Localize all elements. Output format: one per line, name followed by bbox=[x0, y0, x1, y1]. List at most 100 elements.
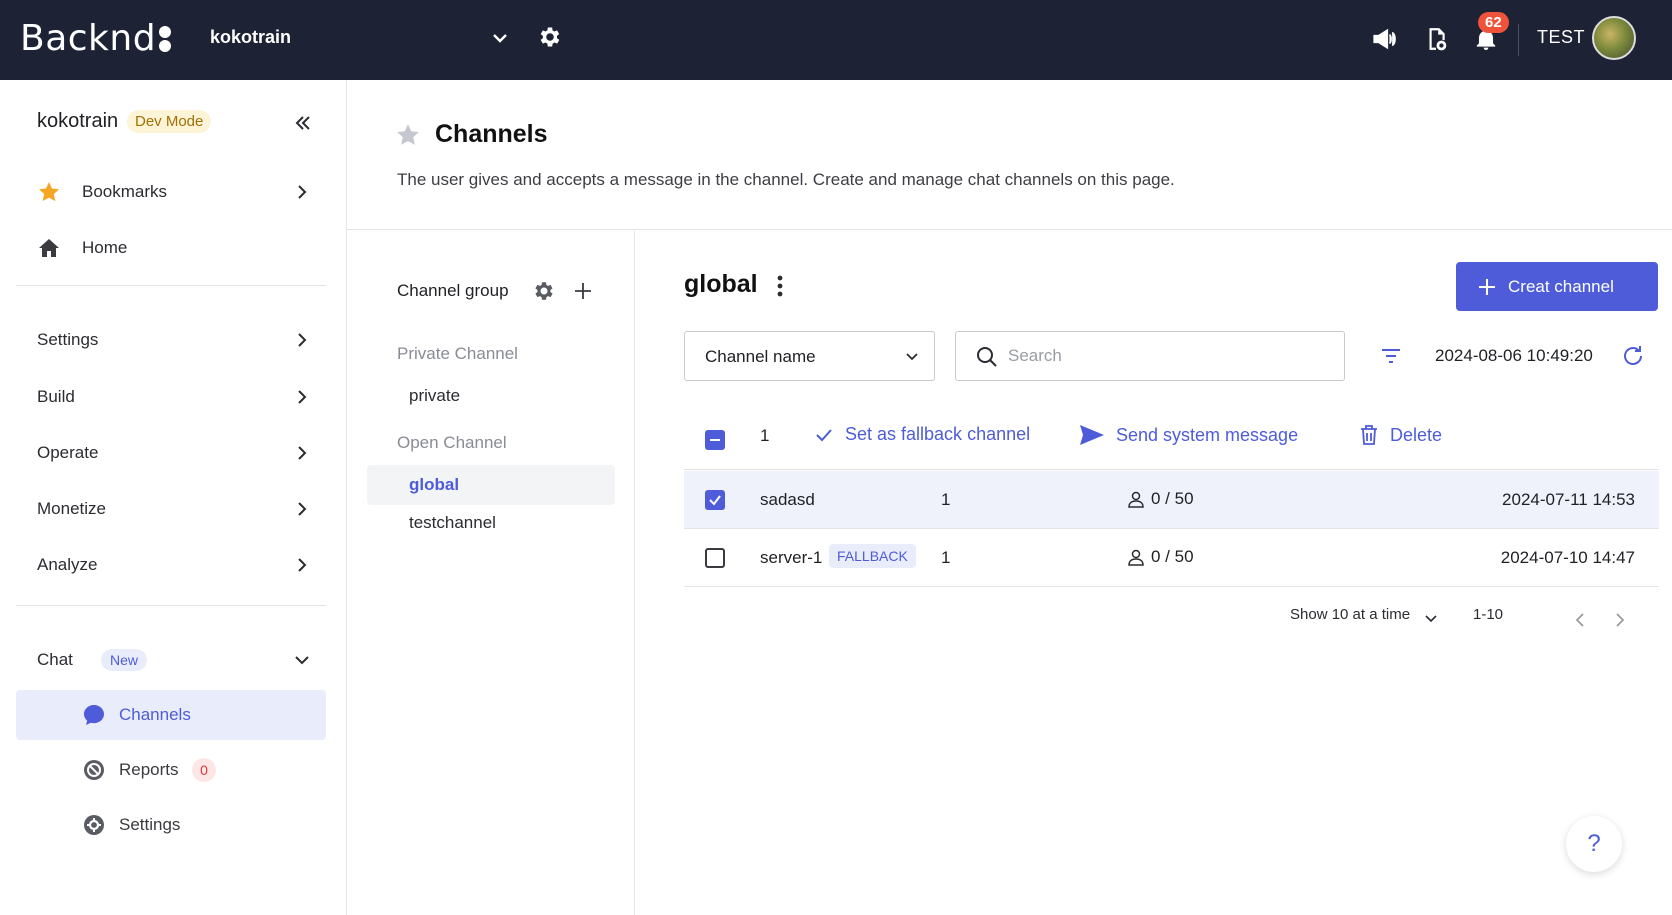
star-icon bbox=[37, 180, 61, 204]
chevron-right-icon[interactable] bbox=[1613, 612, 1627, 628]
sidebar-item-build[interactable]: Build bbox=[16, 373, 326, 421]
sidebar-item-label: Reports bbox=[119, 760, 179, 779]
backnd-logo[interactable]: Backnd bbox=[20, 18, 172, 59]
created-date: 2024-07-10 14:47 bbox=[1500, 548, 1635, 567]
gear-icon[interactable] bbox=[537, 24, 563, 50]
new-badge: New bbox=[101, 649, 148, 671]
channel-item-label: private bbox=[409, 386, 461, 405]
sidebar-item-label: Bookmarks bbox=[82, 182, 168, 201]
collapse-sidebar-icon[interactable] bbox=[293, 113, 313, 133]
plus-icon bbox=[1479, 278, 1495, 295]
set-fallback-label: Set as fallback channel bbox=[845, 424, 1031, 444]
send-system-message-button[interactable]: Send system message bbox=[1079, 424, 1298, 446]
sidebar-item-home[interactable]: Home bbox=[16, 224, 326, 272]
page-size-select[interactable]: Show 10 at a time bbox=[1290, 606, 1410, 623]
refresh-icon[interactable] bbox=[1621, 344, 1645, 368]
check-icon bbox=[816, 428, 832, 441]
logo-mark bbox=[159, 25, 172, 52]
channel-item-testchannel[interactable]: testchannel bbox=[367, 503, 615, 543]
delete-button[interactable]: Delete bbox=[1359, 424, 1442, 446]
channel-name[interactable]: sadasd bbox=[760, 490, 815, 510]
channel-group-heading: global bbox=[684, 270, 758, 298]
chevron-right-icon bbox=[293, 183, 311, 201]
sidebar-item-chat-settings[interactable]: Settings bbox=[16, 800, 326, 850]
sidebar-project-name: kokotrain bbox=[37, 110, 119, 132]
channel-item-private[interactable]: private bbox=[367, 376, 615, 416]
fallback-badge: FALLBACK bbox=[829, 544, 916, 568]
page-range: 1-10 bbox=[1473, 606, 1504, 623]
sidebar-item-chat[interactable]: Chat New bbox=[16, 636, 326, 684]
sidebar-item-operate[interactable]: Operate bbox=[16, 429, 326, 477]
sidebar-item-reports[interactable]: Reports 0 bbox=[16, 745, 326, 795]
table-row[interactable]: sadasd 1 0 / 50 2024-07-11 14:53 bbox=[684, 471, 1659, 529]
project-selector-label[interactable]: kokotrain bbox=[210, 27, 291, 48]
sidebar-divider bbox=[16, 605, 326, 606]
more-options-icon[interactable] bbox=[776, 274, 784, 298]
sidebar-item-bookmarks[interactable]: Bookmarks bbox=[16, 168, 326, 216]
home-icon bbox=[37, 236, 61, 260]
select-value: Channel name bbox=[705, 347, 816, 366]
document-support-icon[interactable] bbox=[1423, 26, 1449, 52]
add-group-icon[interactable] bbox=[572, 280, 594, 302]
user-name[interactable]: TEST bbox=[1537, 27, 1585, 48]
search-box bbox=[955, 331, 1345, 381]
filter-icon[interactable] bbox=[1380, 346, 1402, 366]
logo-text: Backnd bbox=[20, 18, 157, 59]
sidebar-item-settings[interactable]: Settings bbox=[16, 316, 326, 364]
sidebar-item-label: Chat bbox=[37, 650, 73, 669]
bulk-action-bar: 1 Set as fallback channel Send system me… bbox=[684, 412, 1659, 470]
created-date: 2024-07-11 14:53 bbox=[1502, 490, 1635, 509]
channel-item-label: testchannel bbox=[409, 513, 496, 532]
help-button[interactable]: ? bbox=[1566, 816, 1622, 872]
sidebar-divider bbox=[16, 285, 326, 286]
gear-icon[interactable] bbox=[532, 279, 556, 303]
report-icon bbox=[82, 758, 106, 782]
chevron-right-icon bbox=[293, 444, 311, 462]
sidebar-item-label: Settings bbox=[119, 815, 181, 834]
chevron-down-icon[interactable] bbox=[490, 28, 510, 48]
sidebar-item-monetize[interactable]: Monetize bbox=[16, 485, 326, 533]
member-count-value: 0 / 50 bbox=[1151, 547, 1194, 566]
sidebar-item-analyze[interactable]: Analyze bbox=[16, 541, 326, 589]
chevron-right-icon bbox=[293, 500, 311, 518]
row-checkbox[interactable] bbox=[705, 490, 725, 510]
megaphone-icon[interactable] bbox=[1371, 26, 1397, 52]
avatar[interactable] bbox=[1592, 16, 1636, 60]
create-channel-button[interactable]: Creat channel bbox=[1456, 262, 1658, 311]
channel-group-panel: Channel group Private Channel private Op… bbox=[347, 231, 635, 915]
create-channel-label: Creat channel bbox=[1508, 276, 1614, 296]
select-all-checkbox[interactable] bbox=[705, 430, 725, 450]
page-description: The user gives and accepts a message in … bbox=[397, 170, 1175, 189]
page-size-label: Show 10 at a time bbox=[1290, 606, 1411, 623]
sidebar-item-label: Operate bbox=[37, 443, 99, 462]
last-updated-timestamp: 2024-08-06 10:49:20 bbox=[1435, 346, 1593, 365]
chat-bubble-icon bbox=[82, 703, 106, 727]
search-field-select[interactable]: Channel name bbox=[684, 331, 935, 381]
chevron-right-icon bbox=[293, 388, 311, 406]
chevron-down-icon[interactable] bbox=[1424, 612, 1438, 626]
chevron-right-icon bbox=[293, 556, 311, 574]
set-fallback-button[interactable]: Set as fallback channel bbox=[814, 424, 1030, 445]
channel-name[interactable]: server-1 bbox=[760, 548, 822, 568]
gear-icon bbox=[82, 813, 106, 837]
table-row[interactable]: server-1 FALLBACK 1 0 / 50 2024-07-10 14… bbox=[684, 529, 1659, 587]
private-channel-section-label: Private Channel bbox=[397, 344, 518, 363]
channel-item-global[interactable]: global bbox=[367, 465, 615, 505]
channel-count: 1 bbox=[941, 548, 951, 567]
bookmark-star-icon[interactable] bbox=[395, 122, 421, 148]
channel-count: 1 bbox=[941, 490, 951, 509]
member-count: 0 / 50 bbox=[1127, 489, 1194, 509]
chevron-left-icon[interactable] bbox=[1573, 612, 1587, 628]
sidebar-item-channels[interactable]: Channels bbox=[16, 690, 326, 740]
sidebar-item-label: Analyze bbox=[37, 555, 98, 574]
top-bar: Backnd kokotrain 62 TEST bbox=[0, 0, 1672, 80]
chevron-right-icon bbox=[293, 331, 311, 349]
user-icon bbox=[1128, 491, 1144, 508]
user-icon bbox=[1128, 549, 1144, 566]
sidebar-item-label: Settings bbox=[37, 330, 99, 349]
dev-mode-badge: Dev Mode bbox=[127, 110, 212, 133]
row-checkbox[interactable] bbox=[705, 548, 725, 568]
search-input[interactable] bbox=[1008, 343, 1328, 369]
notification-count-badge: 62 bbox=[1478, 12, 1509, 33]
open-channel-section-label: Open Channel bbox=[397, 433, 507, 452]
